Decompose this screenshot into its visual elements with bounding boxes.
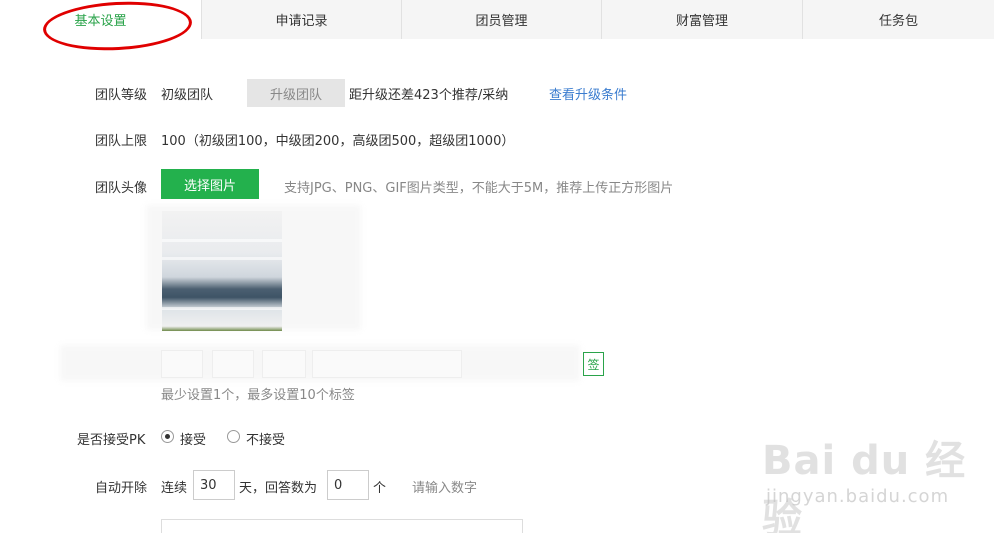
tab-application-records[interactable]: 申请记录 xyxy=(201,0,401,39)
avatar-hint-text: 支持JPG、PNG、GIF图片类型，不能大于5M，推荐上传正方形图片 xyxy=(284,181,674,196)
tag-item[interactable] xyxy=(262,350,306,378)
tags-hint-text: 最少设置1个，最多设置10个标签 xyxy=(161,388,355,403)
reject-pk-radio[interactable] xyxy=(227,430,240,443)
tab-basic-settings[interactable]: 基本设置 xyxy=(0,0,201,40)
team-name-input[interactable] xyxy=(161,519,523,533)
answers-input[interactable]: 0 xyxy=(327,470,369,500)
auto-dismiss-label: 自动开除 xyxy=(95,481,148,496)
tab-member-management[interactable]: 团员管理 xyxy=(401,0,601,39)
tag-item[interactable] xyxy=(161,350,203,378)
auto-dismiss-prefix: 连续 xyxy=(161,481,188,496)
avatar-streak xyxy=(162,307,282,310)
add-tag-button[interactable]: 签 xyxy=(583,352,604,376)
team-avatar-image xyxy=(162,211,282,331)
choose-image-button[interactable]: 选择图片 xyxy=(161,169,259,199)
accept-pk-option-label[interactable]: 接受 xyxy=(180,429,206,448)
tab-bar: 基本设置 申请记录 团员管理 财富管理 任务包 xyxy=(0,0,994,40)
avatar-streak xyxy=(162,257,282,260)
upgrade-progress-text: 距升级还差423个推荐/采纳 xyxy=(349,88,509,103)
days-unit-text: 天，回答数为 xyxy=(239,481,318,496)
team-limit-label: 团队上限 xyxy=(95,134,148,149)
team-level-value: 初级团队 xyxy=(161,88,214,103)
baidu-watermark: Bai du 经验 jingyan.baidu.com xyxy=(762,428,972,533)
watermark-url: jingyan.baidu.com xyxy=(766,486,950,507)
upgrade-team-button[interactable]: 升级团队 xyxy=(247,79,345,107)
accept-pk-radio[interactable] xyxy=(161,430,174,443)
number-hint-text: 请输入数字 xyxy=(412,481,478,496)
team-level-label: 团队等级 xyxy=(95,88,148,103)
answers-unit-text: 个 xyxy=(373,481,387,496)
avatar-streak xyxy=(162,239,282,242)
tab-task-package[interactable]: 任务包 xyxy=(802,0,994,39)
accept-pk-label: 是否接受PK xyxy=(77,433,146,448)
team-avatar-label: 团队头像 xyxy=(95,181,148,196)
tag-item[interactable] xyxy=(212,350,254,378)
tab-wealth-management[interactable]: 财富管理 xyxy=(601,0,802,39)
view-upgrade-conditions-link[interactable]: 查看升级条件 xyxy=(549,84,627,103)
days-input[interactable]: 30 xyxy=(193,470,235,500)
reject-pk-option-label[interactable]: 不接受 xyxy=(246,429,285,448)
tag-item[interactable] xyxy=(312,350,462,378)
baidu-jingyan-logo: Bai du 经验 xyxy=(762,438,967,533)
team-limit-value: 100（初级团100，中级团200，高级团500，超级团1000） xyxy=(161,134,515,149)
